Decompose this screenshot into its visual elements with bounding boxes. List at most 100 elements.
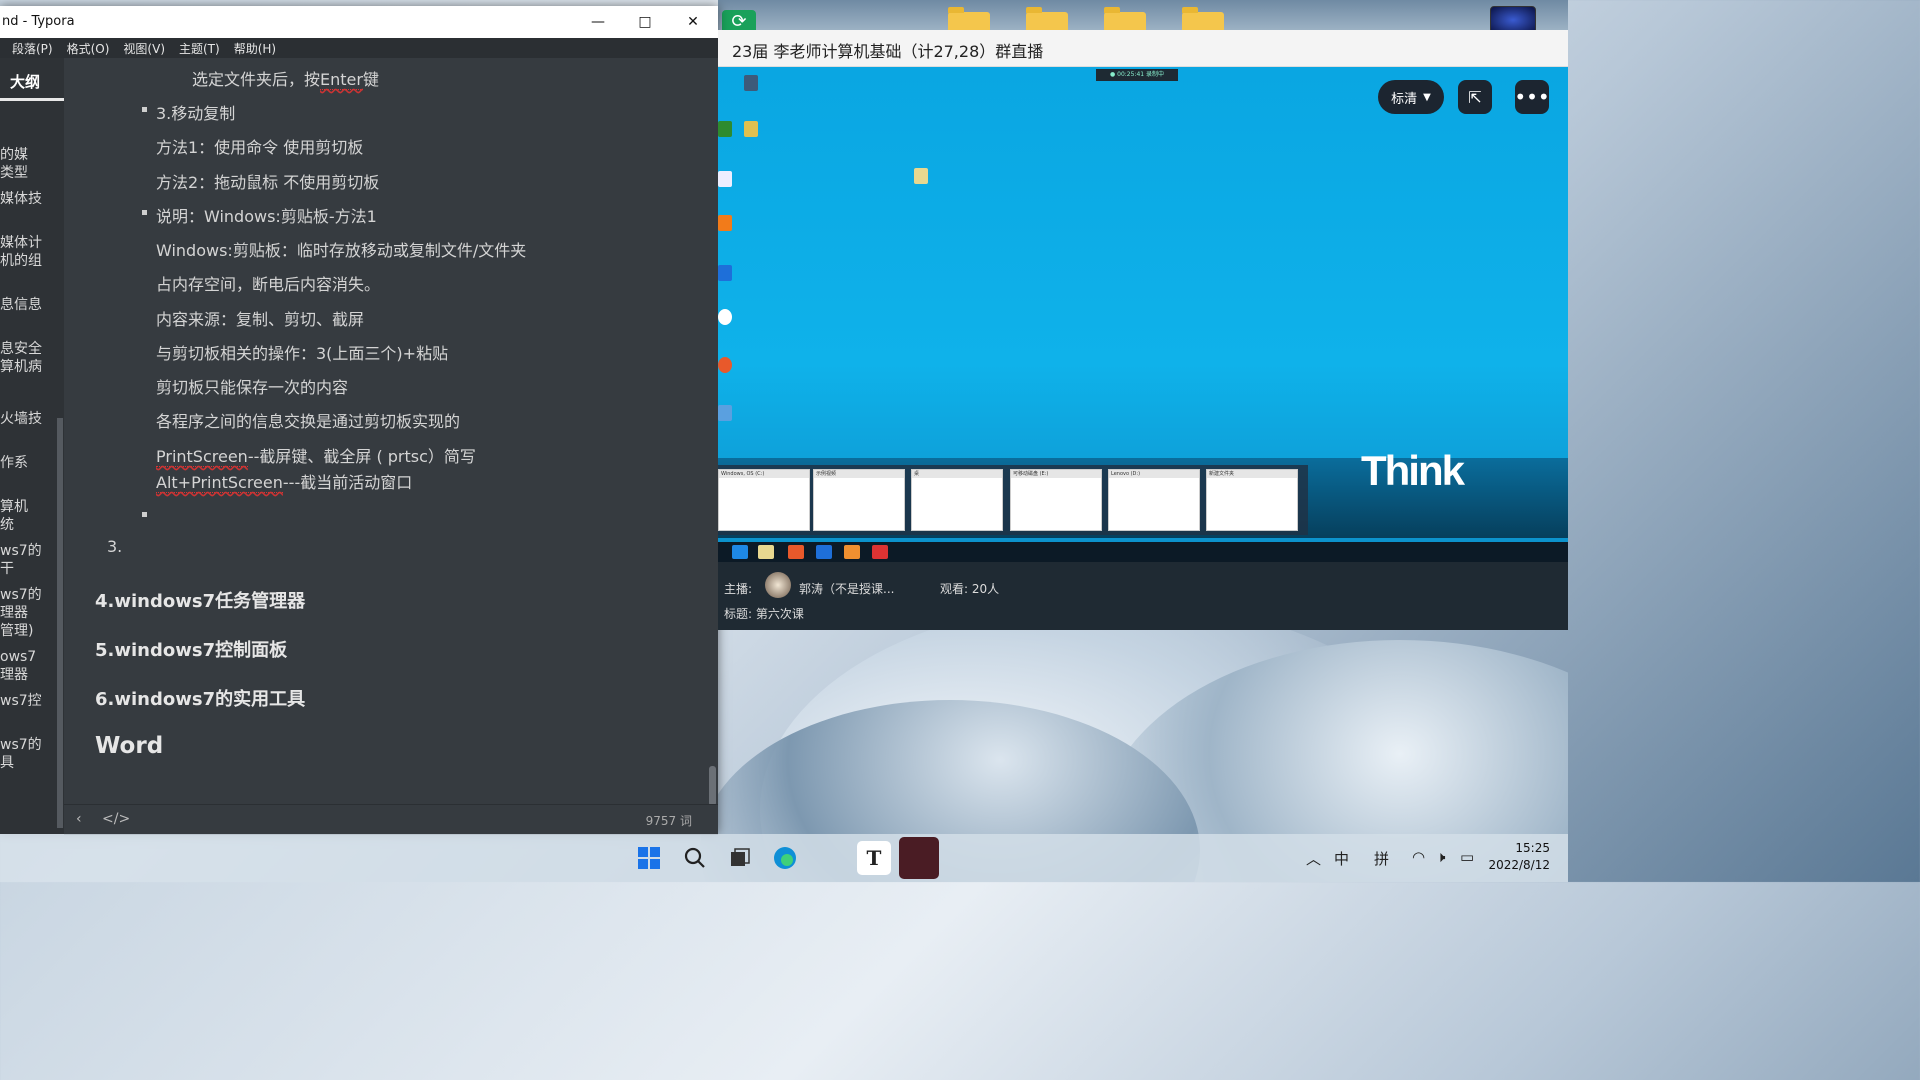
media-icon <box>816 545 832 559</box>
list-item: 说明：Windows:剪贴板-方法1 <box>156 207 377 226</box>
ime-pinyin[interactable]: 拼 <box>1374 848 1389 869</box>
outline-tab[interactable]: 大纲 <box>0 60 64 101</box>
outline-item[interactable]: 息安全 算机病 <box>0 340 42 376</box>
remote-taskbar <box>718 542 1568 562</box>
chevron-down-icon: ▼ <box>1423 91 1431 103</box>
think-logo: Think <box>1361 447 1465 494</box>
text-line: Windows:剪贴板：临时存放移动或复制文件/文件夹 <box>156 241 527 260</box>
folder-icon[interactable] <box>948 7 990 32</box>
outline-item[interactable]: 算机 统 <box>0 498 28 534</box>
desktop-icon <box>718 405 732 421</box>
text-line: 剪切板只能保存一次的内容 <box>156 378 349 397</box>
text-line: 方法1：使用命令 使用剪切板 <box>156 138 364 157</box>
desktop-icon <box>744 121 758 137</box>
start-button[interactable] <box>632 841 666 875</box>
share-button[interactable]: ⇱ <box>1458 80 1492 114</box>
text-line: 选定文件夹后，按Enter键 <box>192 70 379 90</box>
stream-hud: ● 00:25:41 录制中 <box>1096 69 1178 81</box>
heading: 5.windows7控制面板 <box>95 640 288 661</box>
live-stream-window: 23届 李老师计算机基础（计27,28）群直播 ● 00:25:41 录制中 标… <box>718 30 1568 630</box>
folder-icon[interactable] <box>1026 7 1068 32</box>
task-view-icon <box>731 848 750 866</box>
text-line: 占内存空间，断电后内容消失。 <box>156 275 381 294</box>
wifi-icon[interactable]: ◠ <box>1412 848 1425 866</box>
outline-item[interactable]: 火墙技 <box>0 410 42 428</box>
outline-item[interactable]: 息信息 <box>0 296 42 314</box>
avatar[interactable] <box>765 572 791 598</box>
folder-icon[interactable] <box>1104 7 1146 32</box>
close-button[interactable]: ✕ <box>670 6 716 38</box>
source-code-icon[interactable]: </> <box>102 811 130 827</box>
volume-muted-icon[interactable]: 🕨 <box>1436 848 1445 866</box>
outline-item[interactable]: ws7的 干 <box>0 542 42 578</box>
thumbnail: 示例视频 <box>813 469 905 531</box>
minimize-button[interactable]: — <box>575 6 621 38</box>
outline-item[interactable]: 媒体技 <box>0 190 42 208</box>
folder-icon[interactable] <box>1182 7 1224 32</box>
video-area[interactable]: ● 00:25:41 录制中 标清 ▼ ⇱ ••• Windows, OS (C… <box>718 67 1568 562</box>
clock-date: 2022/8/12 <box>1488 858 1550 872</box>
desktop-icon <box>718 121 732 137</box>
thumbnail-caption: 可移动磁盘 (E:) <box>1011 470 1101 478</box>
outline-item[interactable]: ws7控 <box>0 692 42 710</box>
windows-icon <box>638 847 660 869</box>
thumbnail-caption: Windows, OS (C:) <box>719 470 809 478</box>
search-button[interactable] <box>678 841 712 875</box>
firefox-icon <box>788 545 804 559</box>
outline-item[interactable]: ws7的 理器 管理) <box>0 586 42 640</box>
status-bar: ‹ </> 9757 词 <box>64 804 718 835</box>
viewer-count: 观看: 20人 <box>940 582 1000 596</box>
host-name[interactable]: 郭涛（不是授课... <box>799 580 894 597</box>
quality-dropdown[interactable]: 标清 ▼ <box>1378 80 1444 114</box>
outline-item[interactable]: 媒体计 机的组 <box>0 234 42 270</box>
heading: Word <box>95 733 164 759</box>
clock[interactable]: 15:25 2022/8/12 <box>1488 840 1550 874</box>
thumbnail: 可移动磁盘 (E:) <box>1010 469 1102 531</box>
desktop-icon <box>718 309 732 325</box>
menu-bar: 段落(P) 格式(O) 视图(V) 主题(T) 帮助(H) <box>0 38 718 58</box>
maximize-button[interactable]: □ <box>622 6 668 38</box>
thumbnail: Lenovo (D:) <box>1108 469 1200 531</box>
typora-taskbar-button[interactable]: T <box>857 841 891 875</box>
chevron-left-icon[interactable]: ‹ <box>76 811 82 827</box>
title-bar: nd - Typora — □ ✕ <box>0 6 718 38</box>
menu-format[interactable]: 格式(O) <box>59 40 116 57</box>
host-label: 主播: <box>724 582 753 596</box>
bullet <box>142 107 147 112</box>
live-title-bar: 23届 李老师计算机基础（计27,28）群直播 <box>718 30 1568 67</box>
ppt-icon <box>872 545 888 559</box>
menu-paragraph[interactable]: 段落(P) <box>4 40 59 57</box>
app-taskbar-button[interactable] <box>899 837 939 879</box>
word-count[interactable]: 9757 词 <box>646 812 692 829</box>
text-line: 与剪切板相关的操作：3(上面三个)+粘贴 <box>156 344 449 363</box>
outline-item[interactable]: 作系 <box>0 454 28 472</box>
menu-help[interactable]: 帮助(H) <box>226 40 282 57</box>
thumbnail-caption: 新建文件夹 <box>1207 470 1297 478</box>
search-icon <box>684 847 705 868</box>
battery-icon[interactable]: ▭ <box>1460 848 1474 866</box>
numbered-item: 3. <box>107 537 123 556</box>
editor-scrollbar[interactable] <box>709 766 716 806</box>
editor-area[interactable]: 选定文件夹后，按Enter键 3.移动复制 方法1：使用命令 使用剪切板 方法2… <box>64 58 718 804</box>
desktop-icon <box>744 75 758 91</box>
thumbnail: 新建文件夹 <box>1206 469 1298 531</box>
heading: 4.windows7任务管理器 <box>95 591 306 612</box>
outline-item[interactable]: 的媒 类型 <box>0 146 28 182</box>
thumbnail: 桌 <box>911 469 1003 531</box>
heading: 6.windows7的实用工具 <box>95 689 306 710</box>
outline-item[interactable]: ows7 理器 <box>0 648 36 684</box>
menu-theme[interactable]: 主题(T) <box>171 40 226 57</box>
menu-view[interactable]: 视图(V) <box>115 40 171 57</box>
more-options-button[interactable]: ••• <box>1514 80 1550 114</box>
list-item: 3.移动复制 <box>156 104 236 123</box>
chevron-up-icon[interactable]: ︿ <box>1306 848 1321 869</box>
ime-mode[interactable]: 中 <box>1334 848 1349 869</box>
task-view-button[interactable] <box>723 841 757 875</box>
outline-sidebar: 大纲 的媒 类型 媒体技 媒体计 机的组 息信息 息安全 算机病 火墙技 作系 … <box>0 58 64 834</box>
outline-scrollbar[interactable] <box>57 418 63 828</box>
outline-item[interactable]: ws7的 具 <box>0 736 42 772</box>
text-line: 方法2：拖动鼠标 不使用剪切板 <box>156 173 380 192</box>
edge-button[interactable] <box>768 841 802 875</box>
thumbnail-caption: Lenovo (D:) <box>1109 470 1199 478</box>
desktop-icon <box>718 265 732 281</box>
